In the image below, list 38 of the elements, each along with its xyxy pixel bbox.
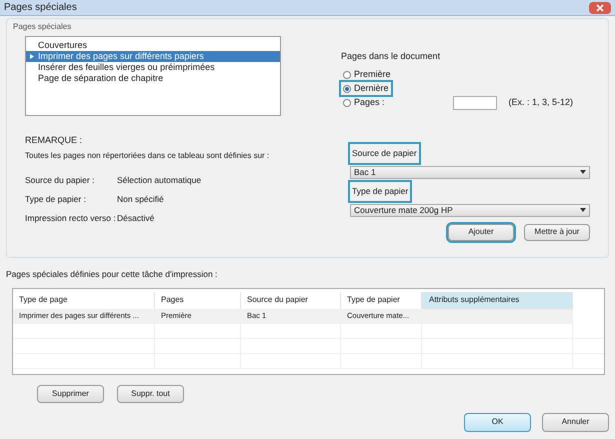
list-item[interactable]: Imprimer des pages sur différents papiers <box>26 51 280 62</box>
dropdown[interactable]: Couverture mate 200g HP <box>350 204 590 216</box>
page-type-list[interactable]: Couvertures Imprimer des pages sur différents papiers Insérer des feuilles vierges ou préimprimées Page de séparation de chapitre <box>25 36 281 116</box>
field-value: Non spécifié <box>117 192 164 206</box>
field-label: Type de papier <box>350 182 410 200</box>
arrow-icon <box>30 54 34 59</box>
close-button[interactable] <box>589 2 611 14</box>
list-item[interactable]: Couvertures <box>26 40 280 51</box>
field-label: Impression recto verso : <box>25 212 117 224</box>
radio-option[interactable]: Pages : <box>341 96 387 110</box>
field-label: Source du papier : <box>25 174 96 186</box>
dialog-button[interactable]: OK <box>464 412 531 432</box>
note-text: Toutes les pages non répertoriées dans ce tableau sont définies sur : <box>25 150 270 162</box>
field-label: Source de papier <box>350 144 419 163</box>
table-button[interactable]: Suppr. tout <box>117 384 184 403</box>
field-value: Désactivé <box>117 212 154 224</box>
action-button[interactable]: Ajouter <box>448 224 514 240</box>
close-icon <box>596 4 604 12</box>
list-item[interactable]: Insérer des feuilles vierges ou préimprimées <box>26 62 280 73</box>
list-item[interactable]: Page de séparation de chapitre <box>26 73 280 84</box>
column-header[interactable]: Attributs supplémentaires <box>422 292 573 309</box>
caret-icon <box>580 170 586 174</box>
window-title: Pages spéciales <box>4 1 77 15</box>
group-title: Pages spéciales <box>13 21 72 33</box>
hint-text: (Ex. : 1, 3, 5-12) <box>508 96 574 109</box>
field-label: Type de papier : <box>25 192 87 206</box>
caret-icon <box>580 208 586 212</box>
radio-option[interactable]: Première <box>341 68 393 82</box>
note-title: REMARQUE : <box>25 134 84 147</box>
section-title: Pages dans le document <box>341 50 442 63</box>
dropdown[interactable]: Bac 1 <box>350 166 590 179</box>
table-caption: Pages spéciales définies pour cette tâche d'impression : <box>6 268 218 281</box>
field-value: Sélection automatique <box>117 174 202 186</box>
dialog-button[interactable]: Annuler <box>542 412 609 432</box>
table-button[interactable]: Supprimer <box>37 384 104 403</box>
radio-option[interactable]: Dernière <box>341 82 391 96</box>
action-button[interactable]: Mettre à jour <box>524 224 590 240</box>
pages-field[interactable] <box>452 96 497 110</box>
